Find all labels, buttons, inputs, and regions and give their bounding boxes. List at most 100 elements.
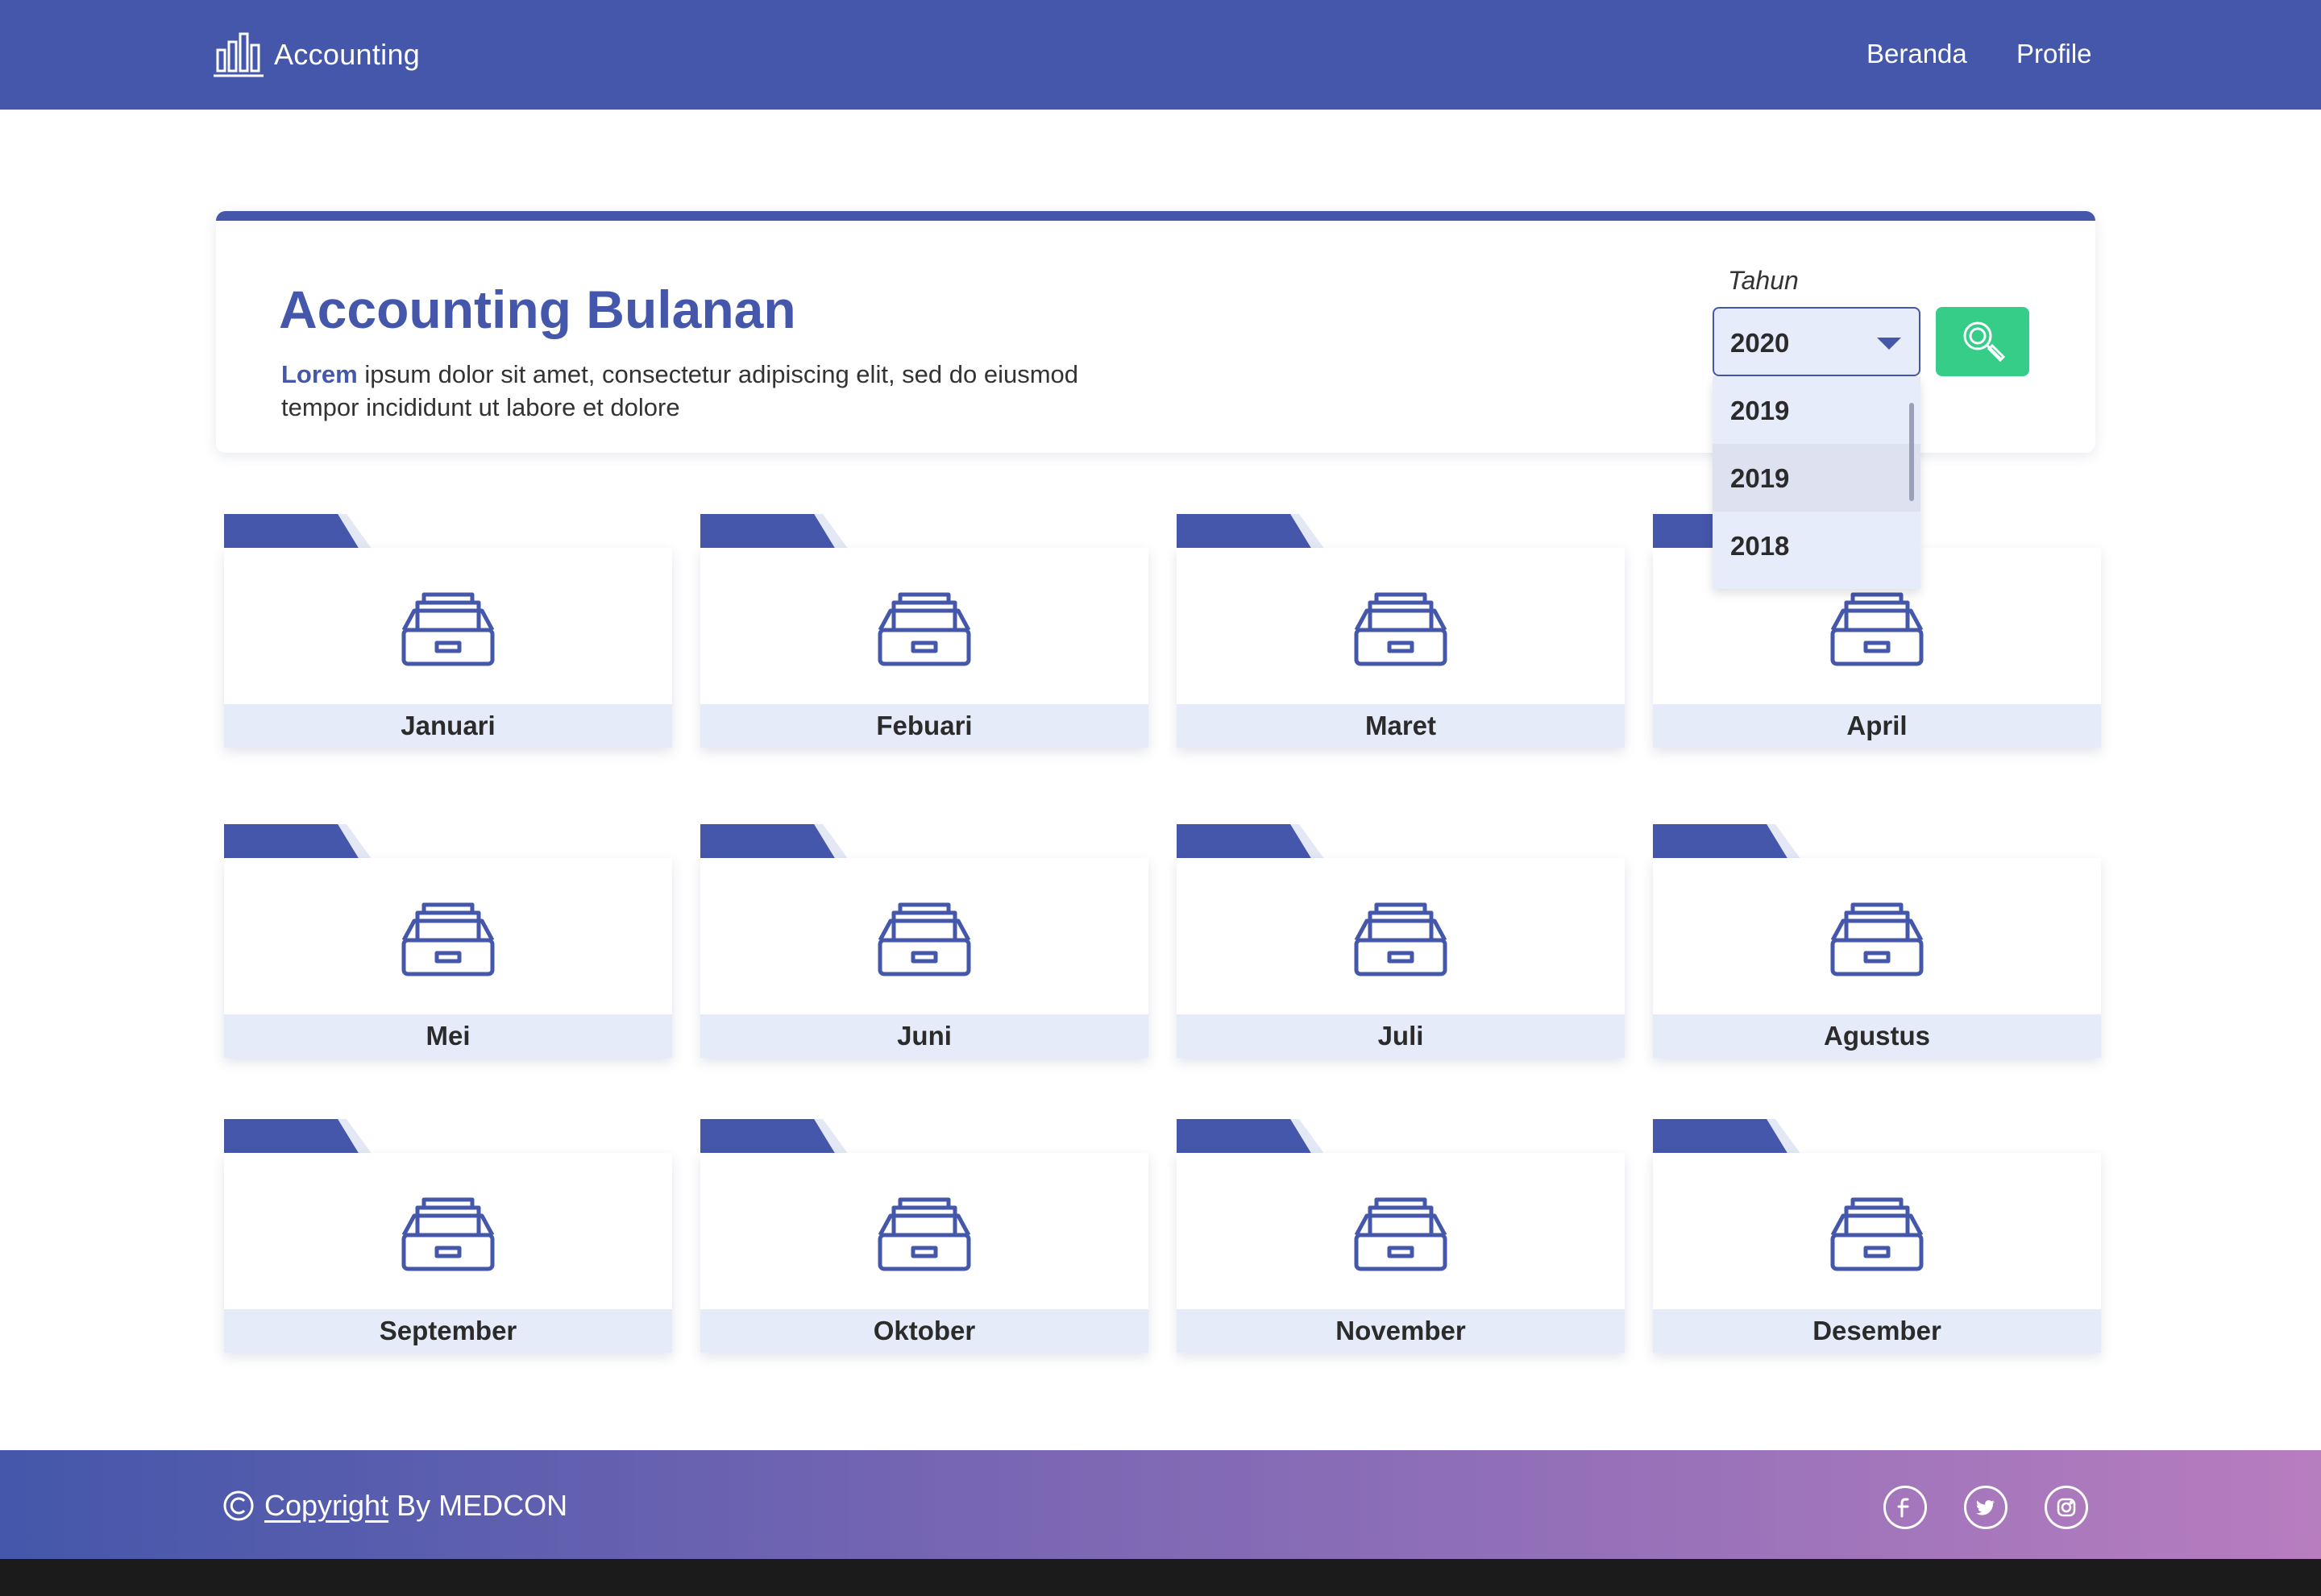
month-label: April — [1846, 711, 1908, 740]
footer: Copyright By MEDCON — [0, 1450, 2321, 1559]
year-option[interactable]: 2018 — [1713, 512, 1920, 579]
twitter-icon — [1976, 1500, 1995, 1515]
inbox-tray-icon — [878, 902, 971, 976]
card-label-bar: Juni — [700, 1014, 1148, 1058]
card-body: Juni — [700, 858, 1148, 1058]
nav-link-profile[interactable]: Profile — [2016, 39, 2092, 69]
folder-tab — [1177, 1119, 1312, 1155]
month-label: Januari — [401, 711, 496, 740]
brand[interactable]: Accounting — [213, 31, 420, 79]
year-option-label: 2018 — [1730, 531, 1790, 561]
card-label-bar: April — [1653, 704, 2101, 748]
card-body: Desember — [1653, 1153, 2101, 1353]
month-card-oktober[interactable]: Oktober — [700, 1119, 1148, 1353]
month-label: September — [379, 1316, 517, 1345]
folder-tab — [224, 1119, 359, 1155]
card-label-bar: Febuari — [700, 704, 1148, 748]
card-label-bar: Agustus — [1653, 1014, 2101, 1058]
bottom-strip — [0, 1559, 2321, 1596]
inbox-tray-icon — [401, 1197, 495, 1271]
card-label-bar: Juli — [1177, 1014, 1625, 1058]
instagram-link[interactable] — [2045, 1486, 2088, 1529]
month-label: Oktober — [873, 1316, 976, 1345]
search-icon — [1963, 321, 2006, 363]
folder-tab — [700, 1119, 836, 1155]
folder-tab — [1177, 514, 1312, 549]
year-select[interactable]: 2020 — [1713, 307, 1920, 376]
card-label-bar: Desember — [1653, 1309, 2101, 1353]
inbox-tray-icon — [1354, 902, 1447, 976]
folder-tab — [1177, 824, 1312, 860]
card-body: Agustus — [1653, 858, 2101, 1058]
search-button[interactable] — [1936, 307, 2029, 376]
folder-tab — [1653, 1119, 1788, 1155]
navbar: Accounting Beranda Profile — [0, 0, 2321, 110]
inbox-tray-icon — [401, 902, 495, 976]
copyright-text: By MEDCON — [397, 1489, 568, 1522]
folder-tab — [1653, 824, 1788, 860]
month-label: Desember — [1812, 1316, 1941, 1345]
folder-tab — [224, 824, 359, 860]
page-description: Lorem ipsum dolor sit amet, consectetur … — [281, 358, 1087, 424]
instagram-icon — [2057, 1498, 2076, 1517]
month-card-mei[interactable]: Mei — [224, 824, 672, 1058]
month-card-desember[interactable]: Desember — [1653, 1119, 2101, 1353]
description-lead: Lorem — [281, 360, 358, 388]
brand-name: Accounting — [274, 38, 421, 71]
month-card-september[interactable]: September — [224, 1119, 672, 1353]
month-label: Juni — [897, 1021, 952, 1051]
page-title: Accounting Bulanan — [279, 280, 796, 339]
card-label-bar: Maret — [1177, 704, 1625, 748]
year-option[interactable]: 2019 — [1713, 444, 1920, 512]
inbox-tray-icon — [1830, 592, 1924, 666]
card-body: September — [224, 1153, 672, 1353]
card-label-bar: September — [224, 1309, 672, 1353]
inbox-tray-icon — [878, 592, 971, 666]
card-label-bar: Mei — [224, 1014, 672, 1058]
month-card-januari[interactable]: Januari — [224, 514, 672, 748]
card-body: Maret — [1177, 548, 1625, 748]
year-label: Tahun — [1728, 266, 1799, 295]
year-dropdown: 2019 2019 2018 — [1713, 376, 1920, 589]
copyright-link[interactable]: Copyright — [264, 1489, 388, 1523]
month-label: November — [1335, 1316, 1466, 1345]
description-text: ipsum dolor sit amet, consectetur adipis… — [281, 360, 1079, 421]
card-label-bar: November — [1177, 1309, 1625, 1353]
facebook-link[interactable] — [1883, 1486, 1927, 1529]
bar-chart-icon — [214, 32, 264, 77]
nav-link-beranda[interactable]: Beranda — [1866, 39, 1967, 69]
month-label: Maret — [1364, 711, 1437, 740]
dropdown-scrollbar[interactable] — [1909, 403, 1914, 501]
month-label: Agustus — [1824, 1021, 1930, 1051]
month-card-maret[interactable]: Maret — [1177, 514, 1625, 748]
month-card-november[interactable]: November — [1177, 1119, 1625, 1353]
card-body: Januari — [224, 548, 672, 748]
inbox-tray-icon — [401, 592, 495, 666]
folder-tab — [700, 824, 836, 860]
year-option-label: 2019 — [1730, 463, 1790, 493]
card-label-bar: Januari — [224, 704, 672, 748]
inbox-tray-icon — [1354, 1197, 1447, 1271]
month-card-agustus[interactable]: Agustus — [1653, 824, 2101, 1058]
month-card-juli[interactable]: Juli — [1177, 824, 1625, 1058]
inbox-tray-icon — [1830, 1197, 1924, 1271]
year-select-value: 2020 — [1730, 328, 1790, 358]
month-label: Mei — [426, 1021, 471, 1051]
facebook-icon — [1897, 1498, 1909, 1518]
folder-tab — [224, 514, 359, 549]
month-card-juni[interactable]: Juni — [700, 824, 1148, 1058]
caret-down-icon — [1877, 338, 1901, 350]
card-body: November — [1177, 1153, 1625, 1353]
year-option-label: 2019 — [1730, 396, 1790, 425]
inbox-tray-icon — [1830, 902, 1924, 976]
copyright: Copyright By MEDCON — [222, 1489, 567, 1523]
month-label: Juli — [1377, 1021, 1424, 1051]
card-body: Juli — [1177, 858, 1625, 1058]
year-option[interactable]: 2019 — [1713, 376, 1920, 444]
copyright-icon — [223, 1490, 254, 1521]
month-label: Febuari — [876, 711, 973, 740]
month-card-febuari[interactable]: Febuari — [700, 514, 1148, 748]
twitter-link[interactable] — [1964, 1486, 2008, 1529]
inbox-tray-icon — [878, 1197, 971, 1271]
card-body: Mei — [224, 858, 672, 1058]
